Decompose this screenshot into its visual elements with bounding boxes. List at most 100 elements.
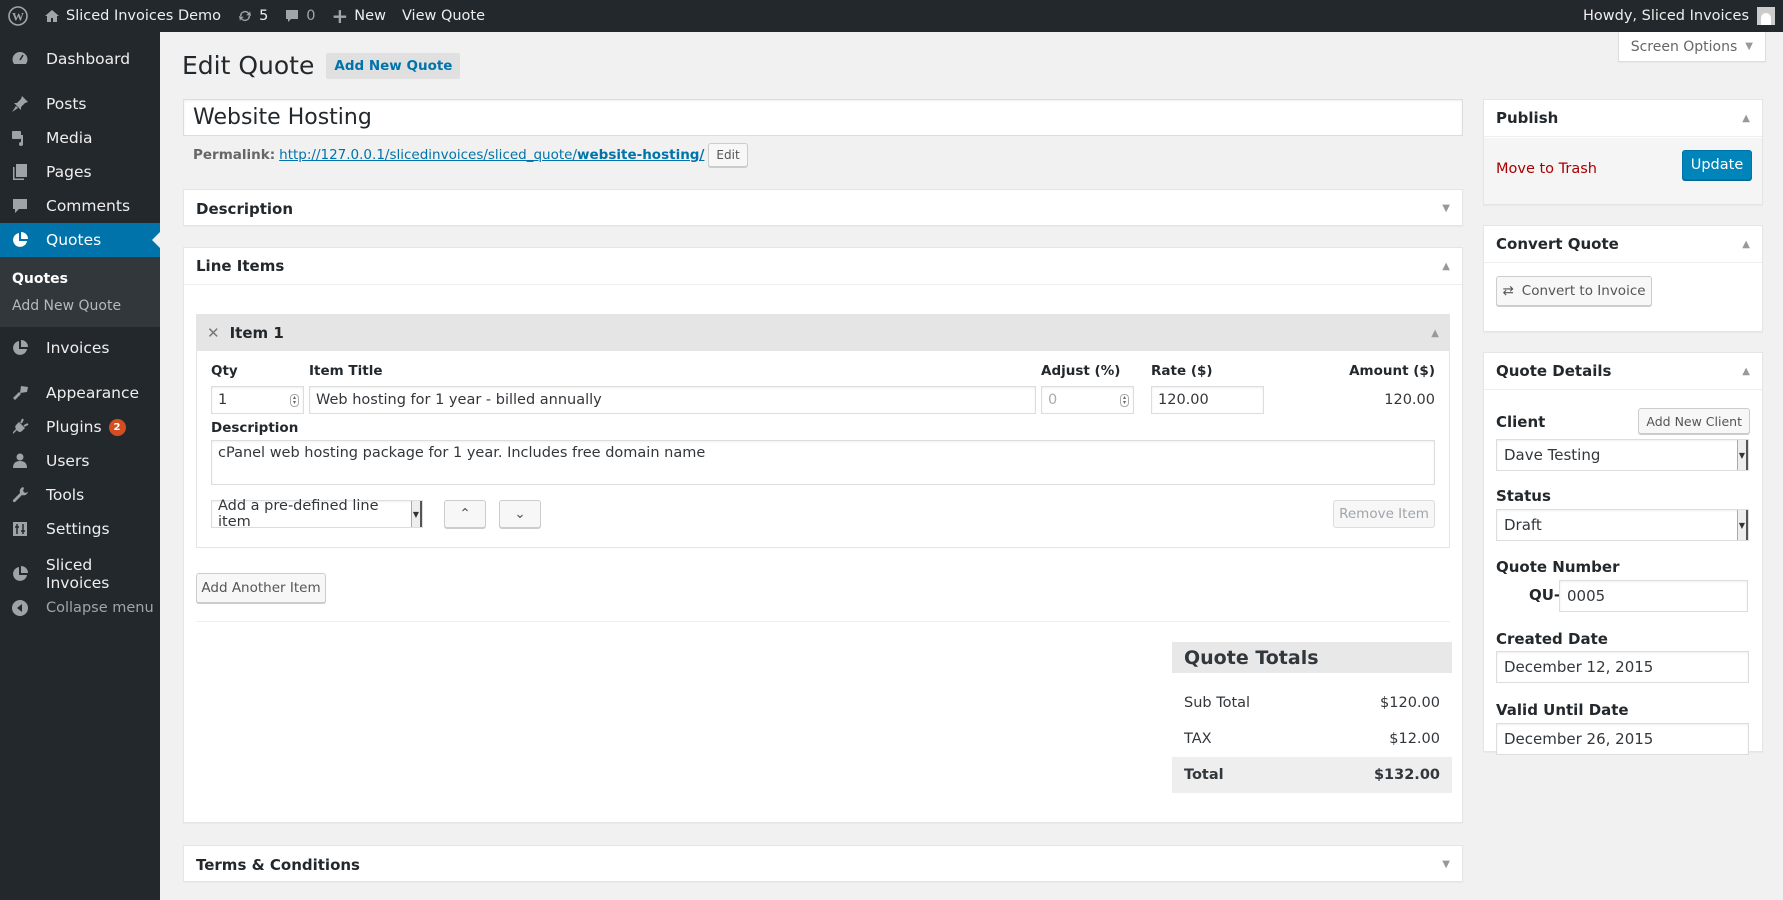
expand-arrow-icon[interactable]: ▼ [1442,859,1450,870]
sidebar-label: Plugins [46,418,102,436]
spinner-icon[interactable]: ▴ ▾ [1120,394,1129,407]
status-select[interactable]: Draft ▼ [1496,509,1749,541]
remove-item-button[interactable]: Remove Item [1333,500,1435,528]
sidebar-item-settings[interactable]: Settings [0,512,160,546]
add-new-client-button[interactable]: Add New Client [1638,408,1750,434]
page-header: Edit Quote Add New Quote [182,51,461,80]
site-name-link[interactable]: Sliced Invoices Demo [36,0,229,32]
valid-until-label: Valid Until Date [1496,701,1629,719]
predefined-item-select[interactable]: Add a pre-defined line item ▼ [211,498,423,530]
item-title-input[interactable]: Web hosting for 1 year - billed annually [309,386,1036,414]
qty-input[interactable]: 1 ▴ ▾ [211,386,304,414]
quote-number-prefix: QU- [1529,586,1561,604]
comments-link[interactable]: 0 [276,0,323,32]
created-date-input[interactable]: December 12, 2015 [1496,651,1749,683]
sidebar-label: Tools [46,486,85,504]
sidebar-label: Users [46,452,90,470]
collapse-arrow-icon[interactable]: ▲ [1742,366,1750,377]
sidebar-item-comments[interactable]: Comments [0,189,160,223]
view-quote-link[interactable]: View Quote [394,0,493,32]
description-box-header[interactable]: Description ▼ [184,190,1462,227]
wordpress-icon: W [8,6,28,26]
add-another-item-button[interactable]: Add Another Item [196,573,326,603]
adjust-value: 0 [1048,392,1058,408]
sidebar-item-invoices[interactable]: Invoices [0,331,160,365]
avatar [1757,7,1775,25]
status-value: Draft [1504,516,1542,534]
permalink-link[interactable]: http://127.0.0.1/slicedinvoices/sliced_q… [279,147,704,163]
media-icon [10,128,30,148]
adjust-label: Adjust (%) [1041,363,1121,379]
sidebar-item-plugins[interactable]: Plugins 2 [0,410,160,444]
wrench-icon [10,485,30,505]
pin-icon [10,94,30,114]
permalink-row: Permalink: http://127.0.0.1/slicedinvoic… [193,143,748,167]
new-label: New [354,8,386,24]
sidebar-item-appearance[interactable]: Appearance [0,376,160,410]
sidebar-item-quotes[interactable]: Quotes [0,223,160,257]
submenu-item-quotes[interactable]: Quotes [0,265,160,292]
post-title-input[interactable]: Website Hosting [183,99,1463,136]
publish-box-header[interactable]: Publish ▲ [1484,100,1762,137]
wordpress-logo[interactable]: W [0,0,36,32]
publish-actions: Move to Trash Update [1484,138,1762,204]
sidebar-label: Posts [46,95,87,113]
sidebar-label: Settings [46,520,110,538]
plug-icon [10,417,30,437]
sidebar-label: Media [46,129,93,147]
sidebar-item-tools[interactable]: Tools [0,478,160,512]
line-items-box-header[interactable]: Line Items ▲ [184,248,1462,285]
quote-details-header[interactable]: Quote Details ▲ [1484,353,1762,390]
admin-bar: W Sliced Invoices Demo 5 0 + New View Qu… [0,0,1783,32]
move-down-button[interactable]: ⌄ [499,500,541,528]
spinner-icon[interactable]: ▴ ▾ [290,394,299,407]
pie-chart-icon [10,564,30,584]
collapse-arrow-icon[interactable]: ▲ [1431,328,1439,339]
convert-arrows-icon: ⇄ [1502,283,1514,299]
edit-permalink-button[interactable]: Edit [708,143,748,167]
my-account[interactable]: Howdy, Sliced Invoices [1583,7,1783,25]
updates-link[interactable]: 5 [229,0,276,32]
update-button[interactable]: Update [1682,150,1752,180]
add-new-quote-button[interactable]: Add New Quote [326,52,461,79]
client-select[interactable]: Dave Testing ▼ [1496,439,1749,471]
sidebar-label: Comments [46,197,131,215]
dashboard-icon [10,49,30,69]
sidebar-item-dashboard[interactable]: Dashboard [0,42,160,76]
pie-chart-icon [10,230,30,250]
expand-arrow-icon[interactable]: ▼ [1442,203,1450,214]
new-content-link[interactable]: + New [324,0,394,32]
sidebar-item-media[interactable]: Media [0,121,160,155]
totals-row-subtotal: Sub Total $120.00 [1172,685,1452,721]
sidebar-item-pages[interactable]: Pages [0,155,160,189]
remove-x-icon[interactable]: ✕ [207,324,220,342]
quote-number-input[interactable]: 0005 [1559,580,1748,612]
move-to-trash-link[interactable]: Move to Trash [1496,161,1597,177]
submenu-item-add-new-quote[interactable]: Add New Quote [0,292,160,319]
convert-quote-header[interactable]: Convert Quote ▲ [1484,226,1762,263]
rate-label: Rate ($) [1151,363,1213,379]
sidebar-item-posts[interactable]: Posts [0,87,160,121]
home-icon [44,8,60,24]
collapse-arrow-icon[interactable]: ▲ [1742,113,1750,124]
collapse-menu-button[interactable]: Collapse menu [0,591,160,625]
rate-input[interactable]: 120.00 [1151,386,1264,414]
sidebar-item-users[interactable]: Users [0,444,160,478]
plugins-update-badge: 2 [108,418,126,436]
howdy-text: Howdy, Sliced Invoices [1583,8,1749,24]
created-date-label: Created Date [1496,630,1608,648]
quote-totals-title: Quote Totals [1172,642,1452,673]
pie-chart-icon [10,338,30,358]
screen-options-button[interactable]: Screen Options ▼ [1617,32,1766,62]
collapse-arrow-icon[interactable]: ▲ [1442,261,1450,272]
line-item-header[interactable]: ✕ Item 1 ▲ [197,315,1449,351]
valid-until-input[interactable]: December 26, 2015 [1496,723,1749,755]
collapse-arrow-icon[interactable]: ▲ [1742,239,1750,250]
convert-to-invoice-button[interactable]: ⇄ Convert to Invoice [1496,276,1652,306]
totals-row-total: Total $132.00 [1172,757,1452,793]
description-textarea[interactable]: cPanel web hosting package for 1 year. I… [211,440,1435,485]
terms-box-header[interactable]: Terms & Conditions ▼ [184,846,1462,883]
move-up-button[interactable]: ⌃ [444,500,486,528]
sidebar-item-sliced-invoices[interactable]: Sliced Invoices [0,556,160,592]
adjust-input[interactable]: 0 ▴ ▾ [1041,386,1134,414]
